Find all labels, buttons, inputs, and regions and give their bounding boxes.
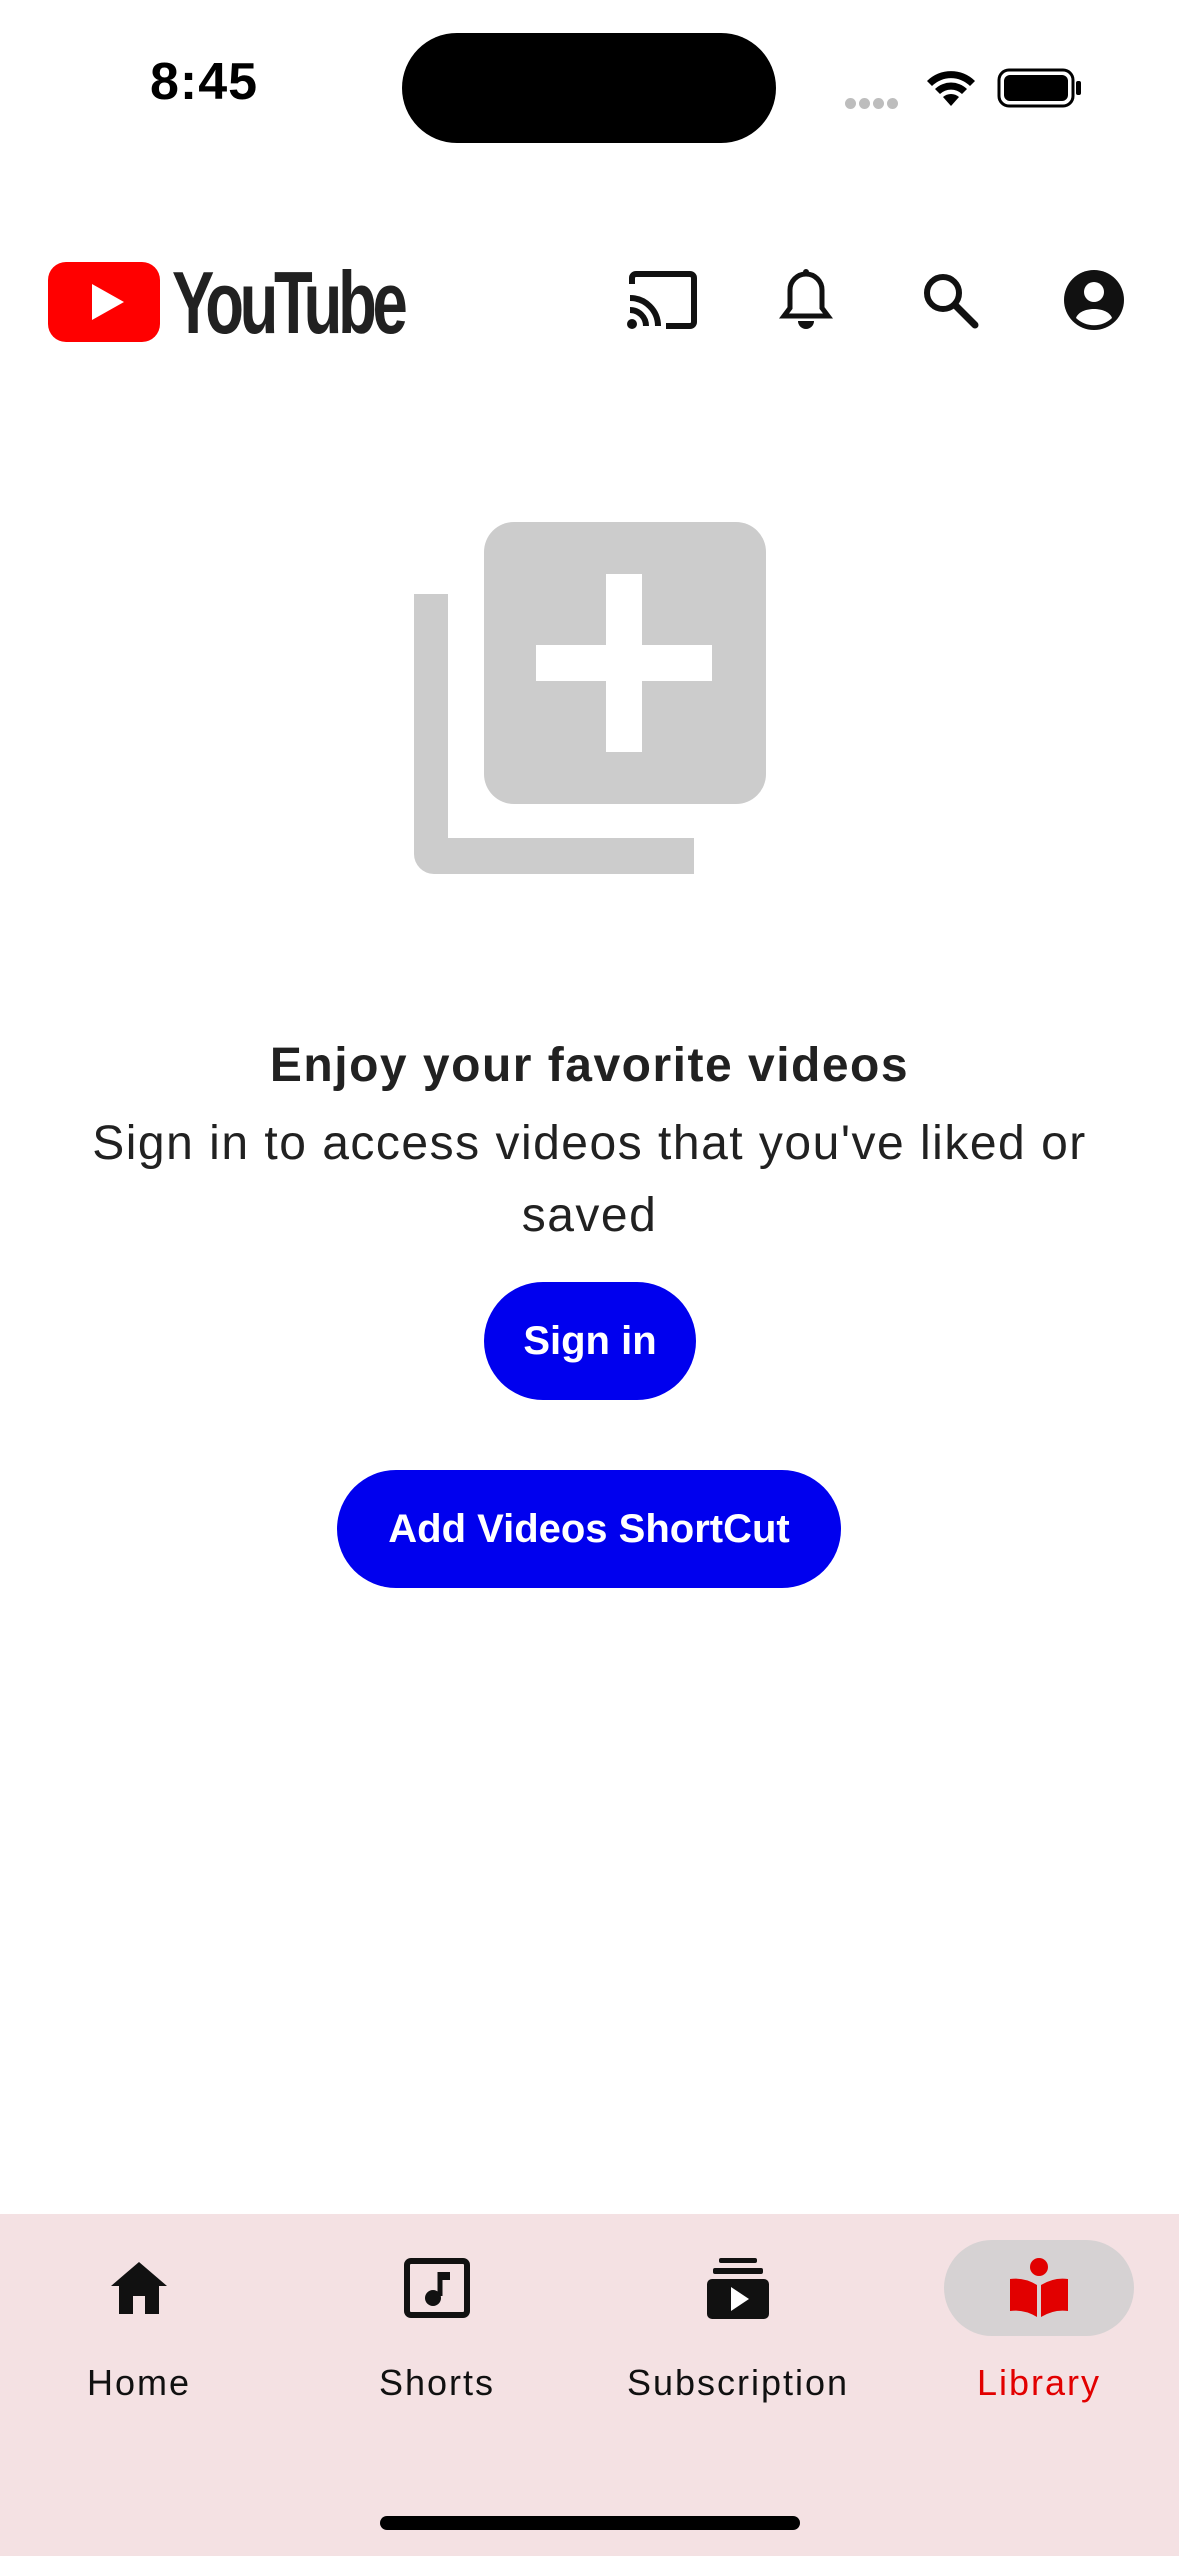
account-icon[interactable] <box>1056 262 1132 338</box>
wifi-icon <box>924 68 978 113</box>
add-to-library-illustration-icon <box>414 522 766 874</box>
nav-label-library: Library <box>976 2362 1102 2403</box>
status-time: 8:45 <box>150 53 259 111</box>
notifications-icon[interactable] <box>768 262 844 338</box>
youtube-logo-icon[interactable] <box>48 262 160 342</box>
library-icon <box>944 2240 1134 2336</box>
nav-item-subscription[interactable]: Subscription <box>598 2240 878 2420</box>
add-videos-shortcut-button[interactable]: Add Videos ShortCut <box>337 1470 841 1588</box>
cast-icon[interactable] <box>624 262 700 338</box>
empty-state-title: Enjoy your favorite videos <box>269 1039 910 1092</box>
battery-icon <box>997 68 1083 113</box>
nav-label-subscription: Subscription <box>626 2362 850 2403</box>
home-indicator <box>380 2516 800 2530</box>
nav-label-home: Home <box>86 2362 192 2403</box>
home-icon <box>44 2240 234 2336</box>
nav-label-shorts: Shorts <box>378 2362 496 2403</box>
subscriptions-icon <box>643 2240 833 2336</box>
youtube-wordmark: YouTube <box>172 253 408 352</box>
dynamic-island <box>402 33 776 143</box>
nav-item-library[interactable]: Library <box>899 2240 1179 2420</box>
search-icon[interactable] <box>912 262 988 338</box>
sign-in-button[interactable]: Sign in <box>484 1282 696 1400</box>
empty-state-description: Sign in to access videos that you've lik… <box>92 1117 1087 1242</box>
nav-item-home[interactable]: Home <box>0 2240 279 2420</box>
shorts-icon <box>342 2240 532 2336</box>
cellular-signal-icon <box>845 96 901 114</box>
nav-item-shorts[interactable]: Shorts <box>297 2240 577 2420</box>
